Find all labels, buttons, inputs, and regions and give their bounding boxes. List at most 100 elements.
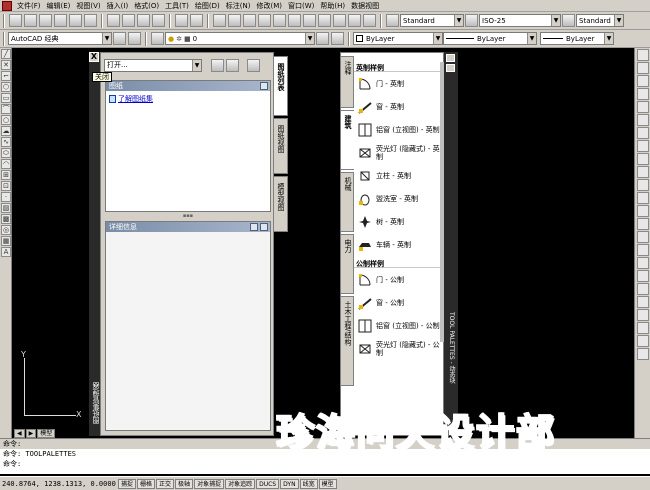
lineweight-select[interactable]: ByLayer ▼ — [540, 32, 614, 45]
pan-icon[interactable] — [213, 14, 226, 27]
modify-extra-icon[interactable] — [637, 309, 649, 321]
tool-palettes-titlebar[interactable]: TOOL PALETTES - 动态块 — [444, 52, 458, 436]
ellipse-arc-icon[interactable]: ◠ — [1, 159, 11, 169]
workspace-save-icon[interactable] — [128, 32, 141, 45]
make-current-layer-icon[interactable] — [316, 32, 329, 45]
dim-style-select[interactable]: ISO-25 ▼ — [479, 14, 561, 27]
sheet-set-open-select[interactable]: 打开... ▼ — [104, 58, 202, 72]
region-icon[interactable]: ◎ — [1, 225, 11, 235]
sheet-set-titlebar[interactable]: 图纸集管理器 — [89, 52, 100, 436]
modify-extra-icon[interactable] — [637, 335, 649, 347]
tool-window-metric[interactable]: 窗 - 公制 — [354, 291, 440, 314]
cut-icon[interactable] — [107, 14, 120, 27]
properties-icon[interactable] — [273, 14, 286, 27]
mirror-icon[interactable] — [637, 75, 649, 87]
layer-manager-icon[interactable] — [151, 32, 164, 45]
polar-toggle[interactable]: 极轴 — [175, 478, 194, 489]
copy-icon[interactable] — [122, 14, 135, 27]
tool-restroom-imperial[interactable]: 盥洗室 - 英制 — [354, 187, 440, 210]
spline-icon[interactable]: ∿ — [1, 137, 11, 147]
dyn-toggle[interactable]: DYN — [280, 478, 299, 489]
workspace-select[interactable]: AutoCAD 经典 ▼ — [8, 32, 112, 45]
scale-icon[interactable] — [637, 140, 649, 152]
sheet-set-icon[interactable] — [318, 14, 331, 27]
tool-door-metric[interactable]: 门 - 公制 — [354, 268, 440, 291]
preview-icon[interactable] — [69, 14, 82, 27]
autohide-icon[interactable] — [446, 64, 455, 72]
design-center-icon[interactable] — [288, 14, 301, 27]
tab-electrical[interactable]: 电力 — [340, 234, 354, 294]
layer-select[interactable]: ● ✲ ■ 0 ▼ — [165, 32, 315, 45]
trim-icon[interactable] — [637, 166, 649, 178]
collapse-icon[interactable] — [260, 223, 268, 231]
print-icon[interactable] — [54, 14, 67, 27]
copy-object-icon[interactable] — [637, 62, 649, 74]
polygon-icon[interactable]: ⬡ — [1, 82, 11, 92]
save-icon[interactable] — [39, 14, 52, 27]
close-button[interactable]: X — [89, 52, 99, 62]
sheet-selection-icon[interactable] — [226, 58, 239, 72]
fillet-icon[interactable] — [637, 244, 649, 256]
menu-format[interactable]: 格式(O) — [131, 1, 162, 11]
collapse-icon[interactable] — [260, 82, 268, 90]
zoom-realtime-icon[interactable] — [228, 14, 241, 27]
explode-icon[interactable] — [637, 257, 649, 269]
chamfer-icon[interactable] — [637, 231, 649, 243]
tool-fluorescent-metric[interactable]: 荧光灯 (隐藏式) - 公制 — [354, 337, 440, 360]
mtext-icon[interactable]: A — [1, 247, 11, 257]
modify-extra-icon[interactable] — [637, 348, 649, 360]
menu-help[interactable]: 帮助(H) — [317, 1, 348, 11]
tab-architectural[interactable]: 建筑 — [340, 110, 354, 170]
menu-edit[interactable]: 编辑(E) — [44, 1, 74, 11]
extend-icon[interactable] — [637, 179, 649, 191]
learn-sheet-sets-link[interactable]: 了解图纸集 — [109, 94, 270, 104]
tab-sheet-list[interactable]: 图纸列表 — [274, 56, 288, 116]
tool-vehicle-imperial[interactable]: 车辆 - 英制 — [354, 233, 440, 256]
rotate-icon[interactable] — [637, 127, 649, 139]
lineweight-toggle[interactable]: 线宽 — [299, 478, 318, 489]
menu-dataview[interactable]: 数据视图 — [348, 1, 382, 11]
linetype-select[interactable]: ByLayer ▼ — [443, 32, 537, 45]
menu-draw[interactable]: 绘图(D) — [192, 1, 223, 11]
close-icon[interactable] — [446, 54, 455, 62]
grid-toggle[interactable]: 栅格 — [137, 478, 156, 489]
modify-extra-icon[interactable] — [637, 270, 649, 282]
model-toggle[interactable]: 模型 — [318, 478, 337, 489]
tab-civil-structural[interactable]: 土木工程/结构 — [340, 296, 354, 386]
workspace-settings-icon[interactable] — [113, 32, 126, 45]
text-style-icon[interactable] — [386, 14, 399, 27]
ducs-toggle[interactable]: DUCS — [256, 478, 280, 489]
menu-modify[interactable]: 修改(M) — [253, 1, 285, 11]
publish-sheets-icon[interactable] — [211, 58, 224, 72]
tab-next-icon[interactable]: ▶ — [25, 428, 37, 438]
ortho-toggle[interactable]: 正交 — [156, 478, 175, 489]
publish-icon[interactable] — [84, 14, 97, 27]
text-style-select[interactable]: Standard ▼ — [400, 14, 464, 27]
line-icon[interactable]: ╱ — [1, 49, 11, 59]
tool-door-imperial[interactable]: 门 - 英制 — [354, 72, 440, 95]
gradient-icon[interactable]: ▩ — [1, 214, 11, 224]
splitter-handle[interactable]: ▪▪▪ — [105, 213, 271, 219]
move-icon[interactable] — [637, 114, 649, 126]
construction-line-icon[interactable]: ✕ — [1, 60, 11, 70]
otrack-toggle[interactable]: 对象追踪 — [225, 478, 256, 489]
hatch-icon[interactable]: ▨ — [1, 203, 11, 213]
redo-icon[interactable] — [190, 14, 203, 27]
circle-icon[interactable]: ○ — [1, 115, 11, 125]
tool-column-imperial[interactable]: 立柱 - 英制 — [354, 164, 440, 187]
tool-alum-window-imperial[interactable]: 铝窗 (立视图) - 英制 — [354, 118, 440, 141]
point-icon[interactable]: · — [1, 192, 11, 202]
revcloud-icon[interactable]: ☁ — [1, 126, 11, 136]
zoom-previous-icon[interactable] — [258, 14, 271, 27]
tab-model[interactable]: 模型 — [37, 428, 56, 438]
preview-toggle-icon[interactable] — [250, 223, 258, 231]
new-icon[interactable] — [9, 14, 22, 27]
menu-view[interactable]: 视图(V) — [73, 1, 103, 11]
stretch-icon[interactable] — [637, 153, 649, 165]
tab-mechanical[interactable]: 机械 — [340, 172, 354, 232]
tab-annotation[interactable]: 注释 — [340, 56, 354, 108]
layer-previous-icon[interactable] — [331, 32, 344, 45]
modify-extra-icon[interactable] — [637, 283, 649, 295]
rectangle-icon[interactable]: ▭ — [1, 93, 11, 103]
osnap-toggle[interactable]: 对象捕捉 — [194, 478, 225, 489]
